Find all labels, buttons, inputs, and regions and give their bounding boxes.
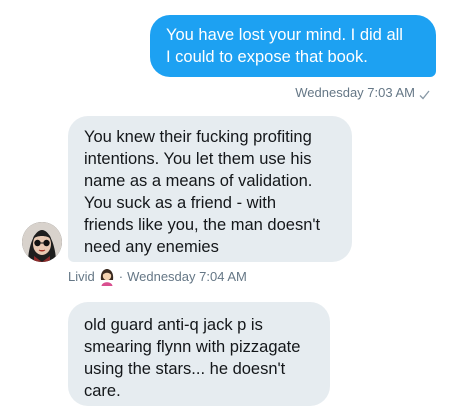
message-bubble-incoming[interactable]: You knew their fucking profiting intenti… (68, 116, 352, 262)
message-line: need any enemies (84, 238, 219, 256)
message-timestamp: Wednesday 7:04 AM (127, 269, 247, 284)
message-line: name as a means of validation. (84, 172, 313, 190)
message-bubble-outgoing[interactable]: You have lost your mind. I did all I cou… (150, 15, 436, 77)
message-line: You knew their fucking profiting (84, 128, 312, 146)
message-line: You suck as a friend - with (84, 194, 276, 212)
message-bubble-incoming[interactable]: old guard anti-q jack p is smearing flyn… (68, 302, 330, 406)
check-icon (419, 88, 430, 100)
message-line: old guard anti-q jack p is (84, 316, 263, 334)
message-line: smearing flynn with pizzagate (84, 338, 301, 356)
message-meta-outgoing: Wednesday 7:03 AM (295, 85, 430, 101)
message-line: intentions. You let them use his (84, 150, 312, 168)
message-timestamp: Wednesday 7:03 AM (295, 85, 415, 100)
woman-emoji-icon (99, 268, 115, 286)
message-line: I could to expose that book. (166, 48, 368, 66)
message-line: friends like you, the man doesn't (84, 216, 321, 234)
message-line: using the stars... he doesn't (84, 360, 286, 378)
separator: · (118, 269, 124, 284)
message-meta-incoming: Livid · Wednesday 7:04 AM (68, 268, 247, 286)
message-line: care. (84, 382, 121, 400)
message-line: You have lost your mind. I did all (166, 26, 403, 44)
sender-name[interactable]: Livid (68, 268, 95, 286)
avatar[interactable] (22, 222, 62, 262)
